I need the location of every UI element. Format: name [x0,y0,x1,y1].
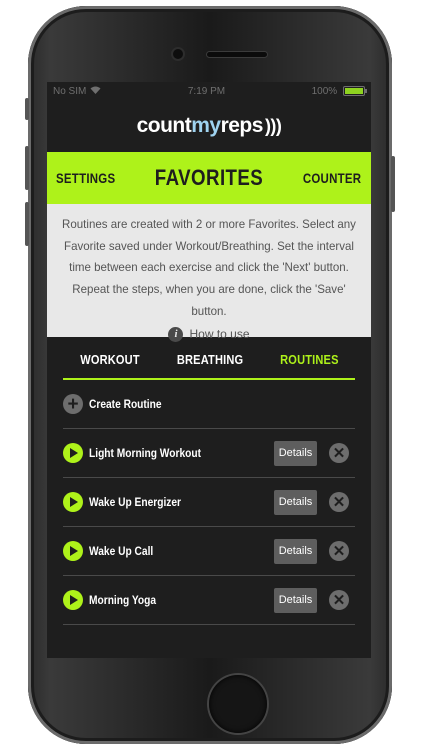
delete-icon[interactable]: ✕ [329,443,349,463]
app-screen: No SIM 7:19 PM 100% count my reps))) SETTI… [47,82,371,658]
front-camera [173,49,183,59]
plus-icon: + [63,394,83,414]
counter-button[interactable]: COUNTER [303,170,361,186]
delete-icon[interactable]: ✕ [329,541,349,561]
play-icon[interactable] [63,443,83,463]
battery-percent: 100% [311,85,338,97]
list-item: Wake Up Call Details ✕ [63,527,355,576]
routine-name: Light Morning Workout [89,446,201,460]
how-to-use-label: How to use [189,326,250,341]
routine-name: Wake Up Call [89,544,154,558]
tab-breathing[interactable]: BREATHING [176,352,242,367]
delete-icon[interactable]: ✕ [329,590,349,610]
sound-waves-icon: ))) [264,115,282,136]
details-button[interactable]: Details [274,538,317,564]
tab-bar: WORKOUT BREATHING ROUTINES [63,340,355,380]
header-bar: SETTINGS FAVORITES COUNTER [47,152,371,204]
tab-workout[interactable]: WORKOUT [80,352,140,367]
delete-icon[interactable]: ✕ [329,492,349,512]
mute-switch [25,98,29,120]
list-item: Morning Yoga Details ✕ [63,576,355,625]
logo-text-reps: reps [220,114,264,137]
tab-routines[interactable]: ROUTINES [280,352,338,367]
info-text: Routines are created with 2 or more Favo… [62,217,356,318]
details-button[interactable]: Details [274,587,317,613]
create-routine-label: Create Routine [89,397,162,411]
routine-list: + Create Routine Light Morning Workout D… [63,380,355,625]
play-icon[interactable] [63,541,83,561]
details-button[interactable]: Details [274,489,317,515]
battery-icon [342,85,367,96]
list-item: Light Morning Workout Details ✕ [63,429,355,478]
app-logo: count my reps))) [47,100,371,152]
carrier-label: No SIM [53,85,87,97]
play-icon[interactable] [63,590,83,610]
routine-name: Wake Up Energizer [89,495,182,509]
play-icon[interactable] [63,492,83,512]
routine-name: Morning Yoga [89,593,157,607]
logo-text-count: count [136,114,192,137]
settings-button[interactable]: SETTINGS [56,170,115,186]
power-button [391,156,395,212]
earpiece-speaker [207,52,267,57]
volume-down-button [25,202,29,246]
list-item: Wake Up Energizer Details ✕ [63,478,355,527]
status-bar: No SIM 7:19 PM 100% [47,82,371,100]
details-button[interactable]: Details [274,440,317,466]
clock: 7:19 PM [187,85,226,97]
home-button[interactable] [209,675,267,733]
create-routine-row[interactable]: + Create Routine [63,380,355,429]
logo-text-my: my [191,114,221,137]
volume-up-button [25,146,29,190]
wifi-icon [90,86,101,97]
info-panel: Routines are created with 2 or more Favo… [47,204,371,342]
